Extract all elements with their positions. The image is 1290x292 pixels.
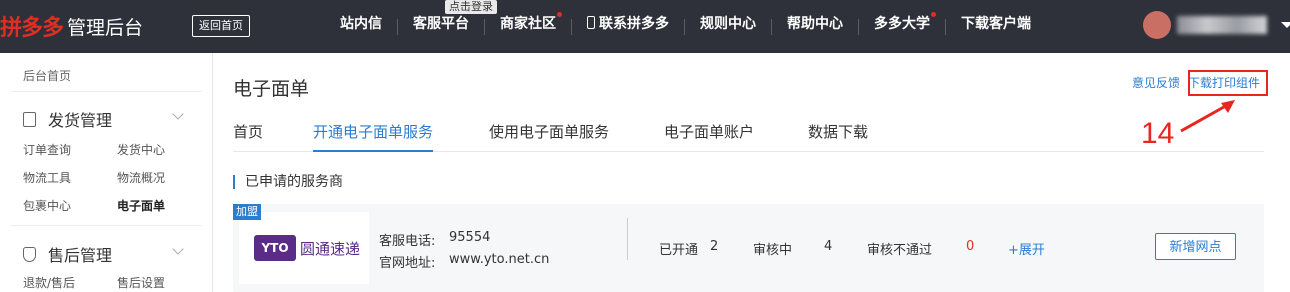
expand-link[interactable]: +展开	[1008, 239, 1045, 258]
provider-logo: YTO 圆通速递	[239, 212, 369, 284]
phone-icon	[587, 16, 595, 29]
phone-value: 95554	[449, 230, 491, 245]
rejected-label: 审核不通过	[867, 243, 933, 258]
divider	[627, 218, 628, 260]
phone-label: 客服电话:	[379, 234, 436, 249]
nav-item-university[interactable]: 多多大学	[859, 0, 945, 53]
notification-dot	[557, 12, 562, 17]
reviewing-label: 审核中	[753, 243, 793, 258]
nav-label: 帮助中心	[787, 16, 843, 32]
sidebar-group-shipping[interactable]: 发货管理	[23, 107, 198, 131]
sidebar-divider	[10, 91, 202, 92]
sidebar-divider	[10, 225, 202, 226]
sidebar-group-label: 发货管理	[48, 111, 113, 130]
sidebar-link-refunds[interactable]: 退款/售后	[23, 274, 75, 291]
user-menu[interactable]	[1143, 11, 1290, 39]
sidebar-home[interactable]: 后台首页	[23, 67, 71, 84]
nav-item-download-client[interactable]: 下载客户端	[946, 0, 1046, 53]
chevron-down-icon	[172, 108, 184, 120]
sidebar-link-shipping-center[interactable]: 发货中心	[117, 141, 165, 158]
sidebar-link-logistics-overview[interactable]: 物流概况	[117, 169, 165, 186]
nav-item-merchant-community[interactable]: 商家社区	[485, 0, 571, 53]
sidebar-link-order-query[interactable]: 订单查询	[23, 141, 71, 158]
tab-home[interactable]: 首页	[233, 121, 263, 150]
logo-mark-text: YTO	[261, 241, 289, 255]
sidebar-link-package-center[interactable]: 包裹中心	[23, 197, 71, 214]
tab-open-e-waybill-service[interactable]: 开通电子面单服务	[313, 121, 434, 152]
admin-title: 管理后台	[67, 16, 144, 39]
caret-down-icon	[1281, 22, 1290, 28]
top-bar: 拼多多 管理后台 返回首页 站内信 客服平台 商家社区 联系拼多多 规则中心 帮…	[0, 0, 1290, 53]
nav-label: 站内信	[340, 16, 382, 32]
nav-label: 规则中心	[700, 16, 756, 32]
brand-name: 拼多多	[0, 16, 64, 41]
section-title: 已申请的服务商	[233, 175, 343, 189]
tab-bar: 首页 开通电子面单服务 使用电子面单服务 电子面单账户 数据下载	[233, 113, 1264, 152]
document-icon	[23, 111, 36, 127]
nav-item-help[interactable]: 帮助中心	[772, 0, 858, 53]
tab-use-e-waybill-service[interactable]: 使用电子面单服务	[489, 121, 609, 150]
tab-e-waybill-account[interactable]: 电子面单账户	[664, 121, 754, 150]
back-home-button[interactable]: 返回首页	[192, 15, 250, 37]
nav-item-messages[interactable]: 站内信	[325, 0, 397, 53]
top-nav: 站内信 客服平台 商家社区 联系拼多多 规则中心 帮助中心 多多大学 下载客户端	[325, 0, 1046, 53]
feedback-link[interactable]: 意见反馈	[1132, 74, 1180, 91]
shield-icon	[23, 246, 36, 262]
opened-label: 已开通	[659, 243, 699, 258]
avatar	[1143, 11, 1171, 39]
page-title: 电子面单	[233, 78, 310, 100]
nav-item-rules[interactable]: 规则中心	[685, 0, 771, 53]
login-tooltip: 点击登录	[445, 0, 497, 14]
sidebar-link-logistics-tools[interactable]: 物流工具	[23, 169, 71, 186]
nav-label: 多多大学	[874, 16, 930, 32]
provider-card: YTO 圆通速递 加盟 客服电话: 95554 官网地址: www.yto.ne…	[233, 204, 1264, 292]
franchise-badge: 加盟	[233, 204, 261, 220]
main-content: 电子面单 意见反馈 下载打印组件 14 首页 开通电子面单服务 使用电子面单服务…	[213, 53, 1290, 292]
provider-logo-name: 圆通速递	[300, 239, 361, 258]
username-blurred	[1177, 16, 1267, 34]
reviewing-count: 4	[824, 239, 833, 254]
website-value: www.yto.net.cn	[449, 252, 550, 267]
website-label: 官网地址:	[379, 256, 436, 271]
nav-label: 商家社区	[500, 16, 556, 32]
logo[interactable]: 拼多多 管理后台	[0, 9, 143, 43]
nav-label: 下载客户端	[961, 16, 1031, 32]
notification-dot	[931, 12, 936, 17]
yto-logo-mark: YTO	[254, 235, 296, 261]
nav-label: 客服平台	[413, 16, 469, 32]
sidebar-group-after-sales[interactable]: 售后管理	[23, 242, 198, 266]
sidebar: 后台首页 发货管理 订单查询 发货中心 物流工具 物流概况 包裹中心 电子面单 …	[0, 53, 213, 292]
highlight-box	[1188, 70, 1268, 96]
sidebar-link-after-sales-settings[interactable]: 售后设置	[117, 274, 165, 291]
chevron-down-icon	[172, 243, 184, 255]
sidebar-group-label: 售后管理	[48, 246, 113, 265]
rejected-count: 0	[966, 239, 975, 254]
tab-data-download[interactable]: 数据下载	[808, 121, 868, 150]
nav-item-contact[interactable]: 联系拼多多	[572, 0, 684, 53]
sidebar-link-e-waybill[interactable]: 电子面单	[117, 197, 165, 214]
add-outlet-button[interactable]: 新增网点	[1155, 233, 1236, 260]
opened-count: 2	[710, 239, 719, 254]
nav-label: 联系拼多多	[599, 16, 669, 32]
